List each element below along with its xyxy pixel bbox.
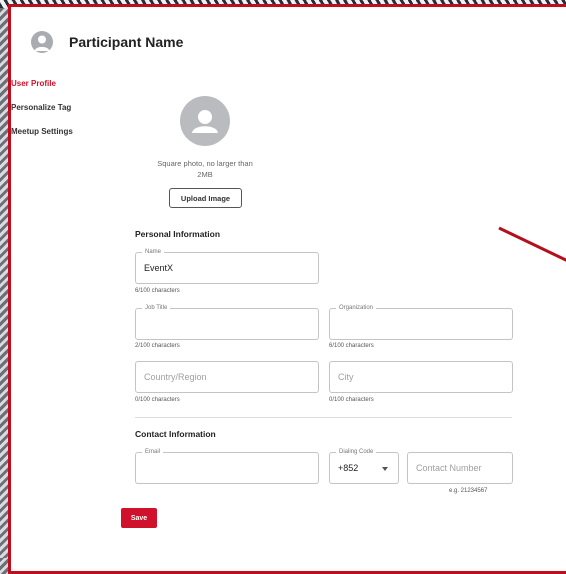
contact-number-field[interactable]: Contact Number	[407, 452, 513, 484]
name-label: Name	[142, 248, 165, 257]
city-counter: 0/100 characters	[329, 397, 374, 403]
contact-number-hint: e.g. 21234567	[449, 488, 488, 494]
country-counter: 0/100 characters	[135, 397, 180, 403]
job-title-counter: 2/100 characters	[135, 343, 180, 349]
job-title-field[interactable]: Job Title	[135, 304, 319, 340]
photo-hint: Square photo, no larger than 2MB	[157, 159, 253, 179]
user-icon	[34, 35, 50, 51]
dialing-code-value: +852	[338, 463, 359, 473]
country-placeholder: Country/Region	[144, 372, 207, 382]
sidebar-nav: User Profile Personalize Tag Meetup Sett…	[11, 79, 73, 151]
sidebar-item-meetup-settings[interactable]: Meetup Settings	[11, 127, 73, 136]
job-title-label: Job Title	[142, 304, 171, 313]
organization-field[interactable]: Organization	[329, 304, 513, 340]
name-value: EventX	[144, 263, 174, 273]
sidebar-item-personalize-tag[interactable]: Personalize Tag	[11, 103, 73, 112]
contact-information-title: Contact Information	[135, 429, 216, 439]
profile-panel: Participant Name User Profile Personaliz…	[8, 4, 566, 574]
user-icon	[192, 110, 218, 133]
name-counter: 6/100 characters	[135, 288, 180, 294]
organization-counter: 6/100 characters	[329, 343, 374, 349]
avatar	[31, 31, 53, 53]
contact-number-placeholder: Contact Number	[416, 463, 482, 473]
city-placeholder: City	[338, 372, 354, 382]
email-field[interactable]: Email	[135, 448, 319, 484]
page-title: Participant Name	[69, 34, 184, 50]
dialing-code-label: Dialing Code	[336, 448, 377, 457]
dialing-code-select[interactable]: Dialing Code +852	[329, 448, 399, 484]
sidebar-item-user-profile[interactable]: User Profile	[11, 79, 73, 88]
upload-image-button[interactable]: Upload Image	[169, 188, 242, 208]
personal-information-title: Personal Information	[135, 229, 221, 239]
section-divider	[135, 417, 512, 418]
profile-photo[interactable]	[180, 96, 230, 146]
chevron-down-icon	[382, 467, 388, 471]
save-button[interactable]: Save	[121, 508, 157, 528]
country-field[interactable]: Country/Region	[135, 361, 319, 393]
organization-label: Organization	[336, 304, 377, 313]
name-field[interactable]: Name EventX	[135, 248, 319, 284]
panel-header: Participant Name	[31, 31, 183, 53]
email-label: Email	[142, 448, 164, 457]
city-field[interactable]: City	[329, 361, 513, 393]
